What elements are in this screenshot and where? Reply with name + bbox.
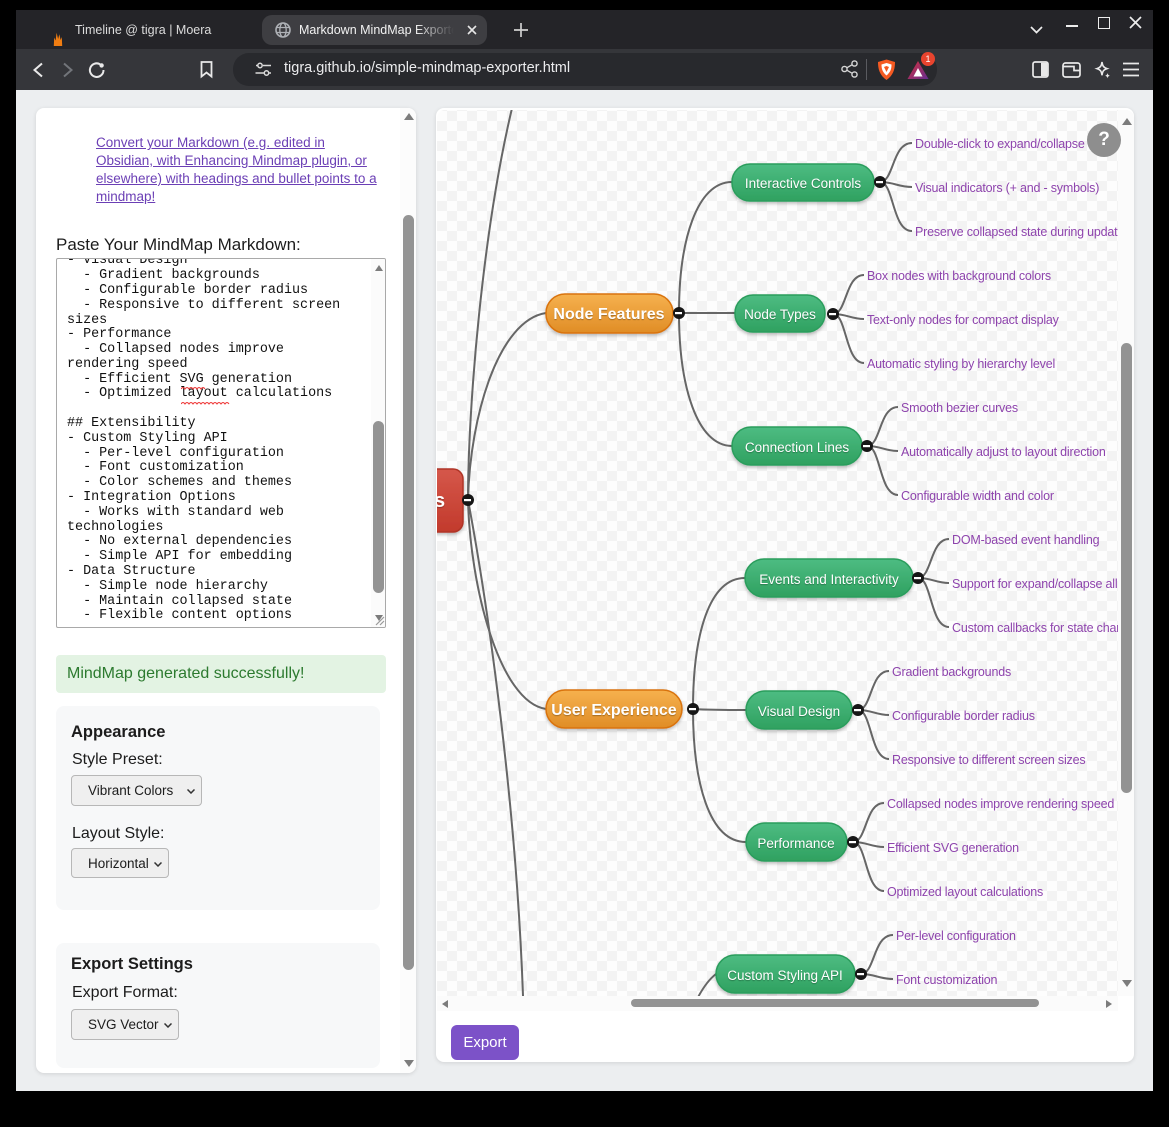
svg-text:Optimized layout calculations: Optimized layout calculations	[887, 885, 1043, 899]
svg-text:Responsive to different screen: Responsive to different screen sizes	[892, 753, 1085, 767]
svg-text:Font customization: Font customization	[896, 973, 998, 987]
svg-text:Automatically adjust to layout: Automatically adjust to layout direction	[901, 445, 1106, 459]
svg-text:Performance: Performance	[757, 836, 834, 851]
svg-text:Visual Design: Visual Design	[758, 704, 840, 719]
svg-text:Node Types: Node Types	[744, 307, 816, 322]
svg-text:DOM-based event handling: DOM-based event handling	[952, 533, 1100, 547]
svg-text:Automatic styling by hierarchy: Automatic styling by hierarchy level	[867, 357, 1055, 371]
svg-text:Custom Styling API: Custom Styling API	[727, 968, 843, 983]
svg-text:Gradient backgrounds: Gradient backgrounds	[892, 665, 1011, 679]
svg-text:Text-only nodes for compact di: Text-only nodes for compact display	[867, 313, 1060, 327]
svg-text:Support for expand/collapse al: Support for expand/collapse all	[952, 577, 1117, 591]
svg-text:Efficient SVG generation: Efficient SVG generation	[887, 841, 1019, 855]
svg-text:Double-click to expand/collaps: Double-click to expand/collapse	[915, 137, 1085, 151]
svg-text:Interactive Controls: Interactive Controls	[745, 176, 862, 191]
svg-text:Preserve collapsed state durin: Preserve collapsed state during updates	[915, 225, 1118, 239]
svg-text:User Experience: User Experience	[551, 702, 677, 719]
svg-text:Events and Interactivity: Events and Interactivity	[759, 572, 899, 587]
svg-text:Configurable border radius: Configurable border radius	[892, 709, 1035, 723]
svg-text:Per-level configuration: Per-level configuration	[896, 929, 1016, 943]
svg-text:Smooth bezier curves: Smooth bezier curves	[901, 401, 1018, 415]
svg-text:Visual indicators (+ and - sym: Visual indicators (+ and - symbols)	[915, 181, 1099, 195]
svg-text:Connection Lines: Connection Lines	[745, 440, 850, 455]
svg-text:s: s	[437, 490, 445, 512]
svg-text:Collapsed nodes improve render: Collapsed nodes improve rendering speed	[887, 797, 1114, 811]
svg-text:Configurable width and color: Configurable width and color	[901, 489, 1054, 503]
svg-text:Box nodes with background colo: Box nodes with background colors	[867, 269, 1051, 283]
svg-text:Node Features: Node Features	[553, 306, 664, 323]
svg-text:Custom callbacks for state cha: Custom callbacks for state chang	[952, 621, 1118, 635]
